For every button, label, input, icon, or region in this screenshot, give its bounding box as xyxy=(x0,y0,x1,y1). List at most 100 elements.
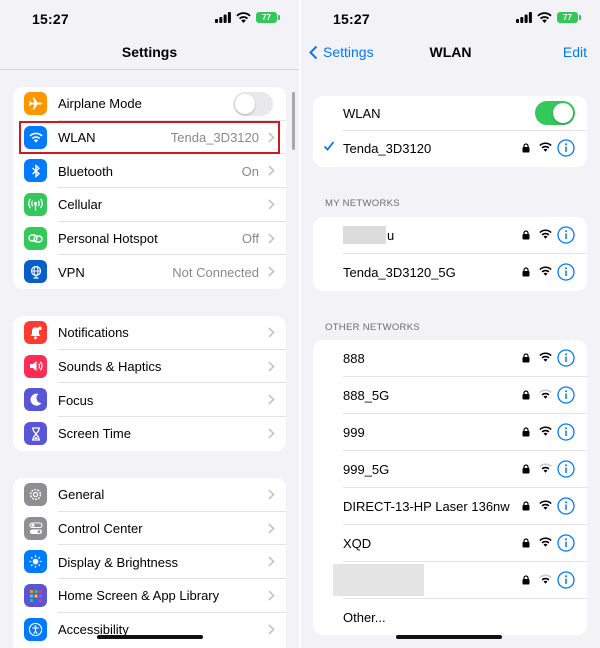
settings-row-display-brightness[interactable]: Display & Brightness xyxy=(13,545,286,580)
settings-row-cellular[interactable]: Cellular xyxy=(13,188,286,222)
info-icon[interactable] xyxy=(557,263,575,281)
network-row[interactable]: 999 xyxy=(313,414,587,451)
settings-row-value: On xyxy=(241,163,259,179)
status-bar: 15:27 77 xyxy=(301,0,600,38)
wlan-toggle-group: WLAN Tenda_3D3120 xyxy=(313,96,587,167)
my-networks-group: u Tenda_3D3120_5G xyxy=(313,217,587,291)
settings-screen: 15:27 77 Settings Airplane Mode WLAN Ten… xyxy=(0,0,299,648)
signal-icon xyxy=(215,12,231,23)
settings-row-control-center[interactable]: Control Center xyxy=(13,512,286,546)
settings-row-accessibility[interactable]: Accessibility xyxy=(13,613,286,647)
settings-row-label: Screen Time xyxy=(58,426,131,442)
cellular-icon xyxy=(24,193,47,217)
other-network-row[interactable]: Other... xyxy=(313,599,587,635)
lock-icon xyxy=(522,267,530,277)
settings-row-vpn[interactable]: VPN Not Connected xyxy=(13,255,286,289)
speaker-icon xyxy=(24,354,47,378)
chevron-right-icon xyxy=(268,489,275,500)
globe-icon xyxy=(24,260,47,284)
battery-icon: 77 xyxy=(256,12,280,23)
wlan-screen: 15:27 77 Settings WLAN Edit WLAN Tenda_3… xyxy=(301,0,600,648)
settings-group-connectivity: Airplane Mode WLAN Tenda_3D3120 Bluetoot… xyxy=(13,87,286,289)
home-indicator[interactable] xyxy=(396,635,502,639)
settings-row-notifications[interactable]: Notifications xyxy=(13,316,286,350)
wifi-signal-icon xyxy=(539,142,552,152)
wifi-signal-icon xyxy=(539,500,552,510)
settings-row-label: Control Center xyxy=(58,521,143,537)
lock-icon xyxy=(522,575,530,585)
status-icons: 77 xyxy=(215,12,280,23)
connected-network-row[interactable]: Tenda_3D3120 xyxy=(313,131,587,167)
settings-row-bluetooth[interactable]: Bluetooth On xyxy=(13,154,286,189)
other-networks-header: OTHER NETWORKS xyxy=(325,322,420,333)
settings-row-general[interactable]: General xyxy=(13,478,286,512)
network-row[interactable]: 999_5G xyxy=(313,451,587,488)
settings-group-notifications: Notifications Sounds & Haptics Focus Scr… xyxy=(13,316,286,451)
network-row[interactable]: Tenda_3D3120_5G xyxy=(313,254,587,291)
signal-icon xyxy=(516,12,532,23)
wifi-signal-icon xyxy=(539,229,552,239)
network-row[interactable]: u xyxy=(313,217,587,254)
network-row[interactable]: 888 xyxy=(313,340,587,377)
network-row[interactable] xyxy=(313,562,587,599)
wlan-navbar: Settings WLAN Edit xyxy=(301,38,600,68)
bluetooth-icon xyxy=(24,159,47,183)
wlan-toggle[interactable] xyxy=(535,101,575,125)
settings-row-sounds-haptics[interactable]: Sounds & Haptics xyxy=(13,350,286,384)
wifi-signal-icon xyxy=(539,537,552,547)
info-icon[interactable] xyxy=(557,139,575,157)
home-indicator[interactable] xyxy=(97,635,203,639)
status-time: 15:27 xyxy=(32,11,69,27)
settings-row-label: Home Screen & App Library xyxy=(58,588,220,604)
wifi-status-icon xyxy=(236,12,251,23)
lock-icon xyxy=(522,143,530,153)
info-icon[interactable] xyxy=(557,386,575,404)
chevron-right-icon xyxy=(268,394,275,405)
info-icon[interactable] xyxy=(557,349,575,367)
network-row[interactable]: DIRECT-13-HP Laser 136nw xyxy=(313,488,587,525)
wlan-toggle-row: WLAN xyxy=(313,96,587,131)
page-title: WLAN xyxy=(429,44,472,60)
settings-row-label: Sounds & Haptics xyxy=(58,359,162,375)
hourglass-icon xyxy=(24,422,47,446)
settings-row-home-screen[interactable]: Home Screen & App Library xyxy=(13,579,286,613)
settings-row-focus[interactable]: Focus xyxy=(13,383,286,418)
scrollbar[interactable] xyxy=(292,92,295,150)
info-icon[interactable] xyxy=(557,226,575,244)
settings-row-label: Focus xyxy=(58,392,94,408)
sun-icon xyxy=(24,550,47,574)
info-icon[interactable] xyxy=(557,423,575,441)
other-networks-group: 888 888_5G 999 999_5G DIRECT-13-HP Laser… xyxy=(313,340,587,635)
info-icon[interactable] xyxy=(557,497,575,515)
wifi-signal-icon xyxy=(539,352,552,362)
info-icon[interactable] xyxy=(557,571,575,589)
settings-row-personal-hotspot[interactable]: Personal Hotspot Off xyxy=(13,222,286,256)
checkmark-icon xyxy=(323,141,335,151)
status-time: 15:27 xyxy=(333,11,370,27)
network-row[interactable]: 888_5G xyxy=(313,377,587,414)
navbar-divider xyxy=(0,69,299,70)
chevron-right-icon xyxy=(268,327,275,338)
settings-row-value: Not Connected xyxy=(172,264,259,280)
my-networks-header: MY NETWORKS xyxy=(325,198,400,209)
lock-icon xyxy=(522,390,530,400)
info-icon[interactable] xyxy=(557,460,575,478)
chevron-right-icon xyxy=(268,233,275,244)
settings-row-screen-time[interactable]: Screen Time xyxy=(13,417,286,451)
airplane-icon xyxy=(24,92,47,115)
network-row[interactable]: XQD xyxy=(313,525,587,562)
settings-row-label: Personal Hotspot xyxy=(58,231,158,247)
wifi-signal-icon xyxy=(539,426,552,436)
chevron-right-icon xyxy=(268,266,275,278)
settings-row-airplane-mode[interactable]: Airplane Mode xyxy=(13,87,286,121)
network-name: u xyxy=(387,228,395,243)
chevron-right-icon xyxy=(268,624,275,635)
edit-button[interactable]: Edit xyxy=(563,44,587,60)
settings-row-label: General xyxy=(58,487,105,503)
airplane-mode-toggle[interactable] xyxy=(233,92,273,116)
network-name: XQD xyxy=(343,536,372,551)
lock-icon xyxy=(522,353,530,363)
info-icon[interactable] xyxy=(557,534,575,552)
chevron-right-icon xyxy=(268,361,275,372)
settings-row-label: Bluetooth xyxy=(58,163,113,179)
